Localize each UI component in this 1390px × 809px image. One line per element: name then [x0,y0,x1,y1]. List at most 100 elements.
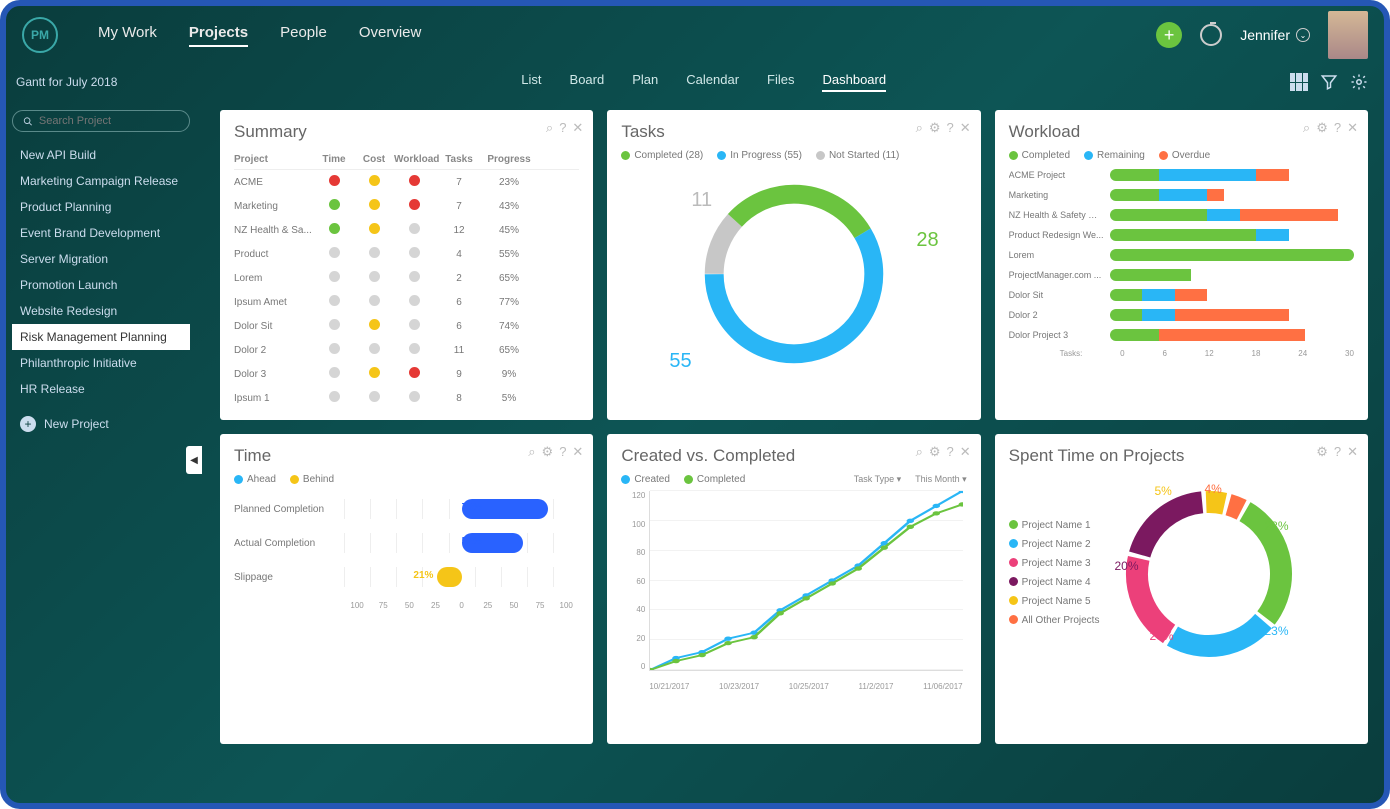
legend-item: Not Started (11) [816,150,899,161]
new-project-button[interactable]: + New Project [12,408,190,440]
settings-icon[interactable]: ⚙ [929,444,941,460]
tab-board[interactable]: Board [570,72,605,92]
workload-row: Dolor 2 [1009,309,1354,321]
time-row: Planned Completion73% [234,499,579,519]
help-icon[interactable]: ? [1334,444,1341,460]
table-row[interactable]: Product455% [234,242,579,266]
pie-label: 20% [1114,559,1138,573]
table-row[interactable]: Dolor 21165% [234,338,579,362]
help-icon[interactable]: ? [1334,120,1341,136]
close-icon[interactable]: ✕ [572,444,583,460]
legend-item: Completed (28) [621,150,703,161]
sidebar-project-item[interactable]: Server Migration [12,246,190,272]
tasks-donut-chart [689,169,899,379]
workload-row: ProjectManager.com ... [1009,269,1354,281]
close-icon[interactable]: ✕ [572,120,583,136]
table-row[interactable]: Ipsum 185% [234,386,579,410]
sidebar-project-item[interactable]: Website Redesign [12,298,190,324]
plus-icon: + [20,416,36,432]
legend-item: Project Name 3 [1009,558,1100,569]
table-row[interactable]: Dolor 399% [234,362,579,386]
tab-files[interactable]: Files [767,72,794,92]
table-row[interactable]: Ipsum Amet677% [234,290,579,314]
table-row[interactable]: NZ Health & Sa...1245% [234,218,579,242]
help-icon[interactable]: ? [947,120,954,136]
table-row[interactable]: Marketing743% [234,194,579,218]
sidebar-project-item[interactable]: Product Planning [12,194,190,220]
sidebar-project-item[interactable]: HR Release [12,376,190,402]
settings-icon[interactable]: ⚙ [1316,120,1328,136]
add-button[interactable]: + [1156,22,1182,48]
pie-label: 4% [1204,482,1221,496]
table-row[interactable]: Dolor Sit674% [234,314,579,338]
workload-row: ACME Project [1009,169,1354,181]
donut-label-notstarted: 11 [691,189,712,212]
sidebar-project-item[interactable]: New API Build [12,142,190,168]
legend-item: Overdue [1159,150,1210,161]
help-icon[interactable]: ? [559,120,566,136]
workload-card: ⌕⚙?✕ Workload CompletedRemainingOverdue … [995,110,1368,420]
settings-icon[interactable] [1350,73,1368,91]
close-icon[interactable]: ✕ [1347,120,1358,136]
nav-people[interactable]: People [280,24,327,47]
workload-row: Marketing [1009,189,1354,201]
search-icon[interactable]: ⌕ [546,120,553,136]
sidebar-project-item[interactable]: Philanthropic Initiative [12,350,190,376]
sidebar-project-item[interactable]: Promotion Launch [12,272,190,298]
search-icon[interactable]: ⌕ [916,444,923,460]
date-range-filter[interactable]: This Month ▾ [915,474,967,485]
workload-row: Dolor Sit [1009,289,1354,301]
spent-donut-chart [1109,474,1309,674]
pie-label: 23% [1264,624,1288,638]
legend-item: Ahead [234,474,276,485]
close-icon[interactable]: ✕ [960,444,971,460]
table-row[interactable]: Lorem265% [234,266,579,290]
legend-item: Project Name 5 [1009,596,1100,607]
time-row: Slippage21% [234,567,579,587]
collapse-sidebar-button[interactable]: ◀ [186,446,202,474]
user-menu[interactable]: Jennifer ⌄ [1240,27,1310,43]
sidebar-project-item[interactable]: Marketing Campaign Release [12,168,190,194]
search-input[interactable] [12,110,190,132]
tab-dashboard[interactable]: Dashboard [822,72,886,92]
summary-card: ⌕?✕ Summary ProjectTimeCostWorkloadTasks… [220,110,593,420]
pie-label: 20% [1149,629,1173,643]
nav-my-work[interactable]: My Work [98,24,157,47]
main-nav: My Work Projects People Overview [98,24,421,47]
timer-icon[interactable] [1200,24,1222,46]
legend-item: All Other Projects [1009,615,1100,626]
table-row[interactable]: ACME723% [234,170,579,194]
tab-plan[interactable]: Plan [632,72,658,92]
close-icon[interactable]: ✕ [960,120,971,136]
task-type-filter[interactable]: Task Type ▾ [854,474,901,485]
settings-icon[interactable]: ⚙ [542,444,554,460]
sidebar-project-item[interactable]: Event Brand Development [12,220,190,246]
sidebar-project-item[interactable]: Risk Management Planning [12,324,190,350]
app-logo[interactable]: PM [22,17,58,53]
grid-view-icon[interactable] [1290,73,1308,91]
legend-item: In Progress (55) [717,150,802,161]
nav-projects[interactable]: Projects [189,24,248,47]
help-icon[interactable]: ? [947,444,954,460]
search-icon[interactable]: ⌕ [916,120,923,136]
help-icon[interactable]: ? [559,444,566,460]
tab-list[interactable]: List [521,72,541,92]
project-sidebar: New API BuildMarketing Campaign ReleaseP… [6,100,196,803]
avatar[interactable] [1328,11,1368,59]
donut-label-inprogress: 55 [669,350,691,373]
nav-overview[interactable]: Overview [359,24,422,47]
search-icon [23,116,33,127]
search-icon[interactable]: ⌕ [1303,120,1310,136]
tasks-card: ⌕⚙?✕ Tasks Completed (28)In Progress (55… [607,110,980,420]
settings-icon[interactable]: ⚙ [1316,444,1328,460]
close-icon[interactable]: ✕ [1347,444,1358,460]
card-title: Summary [234,122,579,142]
search-icon[interactable]: ⌕ [528,444,535,460]
spent-time-card: ⚙?✕ Spent Time on Projects Project Name … [995,434,1368,744]
created-completed-card: ⌕⚙?✕ Created vs. Completed CreatedComple… [607,434,980,744]
legend-item: Project Name 1 [1009,520,1100,531]
workload-row: Dolor Project 3 [1009,329,1354,341]
settings-icon[interactable]: ⚙ [929,120,941,136]
filter-icon[interactable] [1320,73,1338,91]
tab-calendar[interactable]: Calendar [686,72,739,92]
